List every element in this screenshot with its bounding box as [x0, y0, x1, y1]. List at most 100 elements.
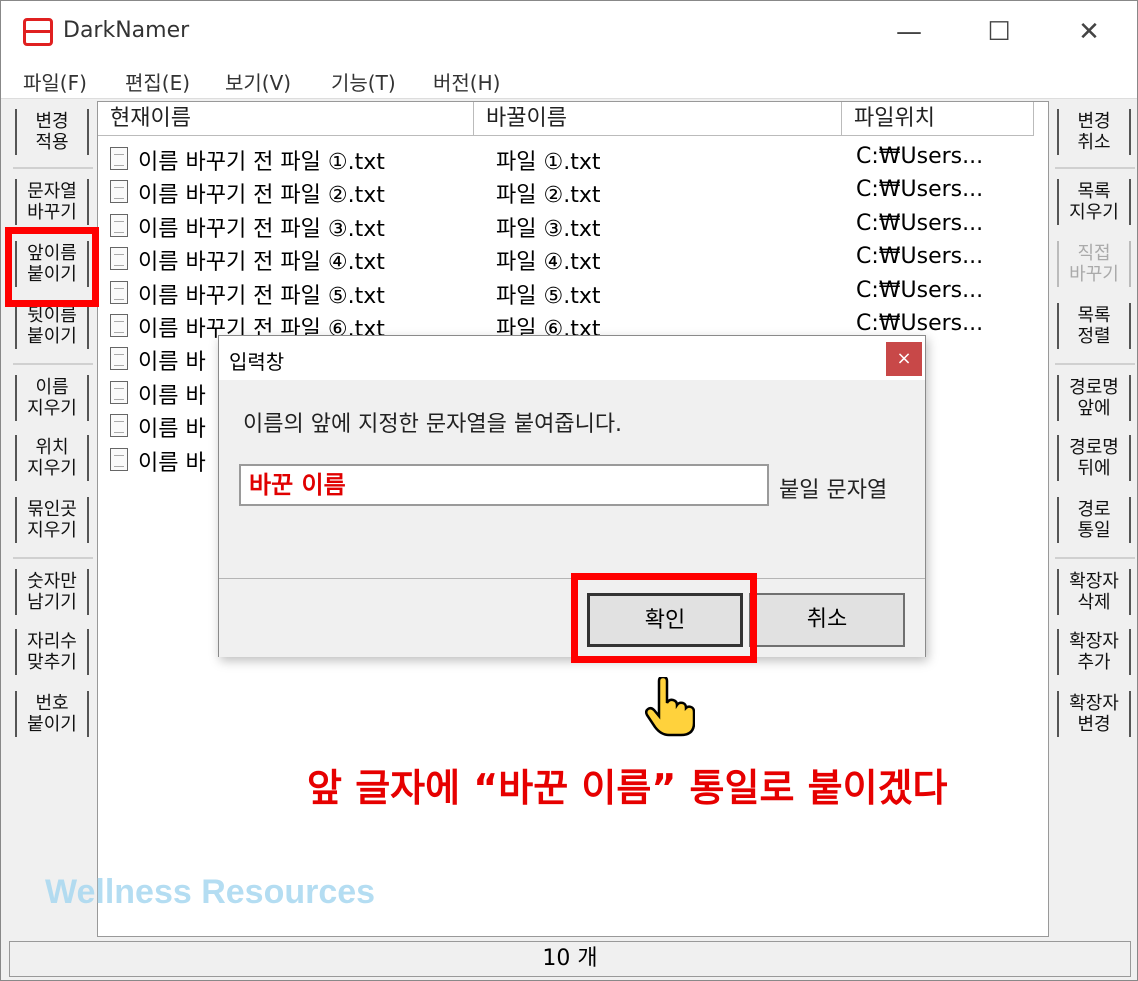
menu-edit[interactable]: 편집(E): [125, 67, 190, 96]
btn-line: 지우기: [27, 458, 77, 479]
separator: [13, 363, 93, 365]
btn-line: 붙이기: [27, 326, 77, 347]
unify-path-button[interactable]: 경로 통일: [1057, 497, 1131, 543]
separator: [1055, 557, 1135, 559]
cell-current-name: 이름 바꾸기 전 파일 ⑤.txt: [138, 283, 385, 309]
list-item[interactable]: 이름 바꾸기 전 파일 ②.txt 파일 ②.txt C:₩Users...: [98, 175, 1048, 208]
close-window-button[interactable]: ✕: [1059, 9, 1119, 55]
text-file-icon: [110, 347, 128, 371]
cell-file-location: C:₩Users...: [856, 277, 984, 303]
cell-file-location: C:₩Users...: [856, 244, 984, 270]
btn-line: 지우기: [27, 520, 77, 541]
text-file-icon: [110, 447, 128, 471]
keep-numbers-button[interactable]: 숫자만 남기기: [15, 569, 89, 615]
app-window: DarkNamer — ☐ ✕ 파일(F) 편집(E) 보기(V) 기능(T) …: [0, 0, 1138, 981]
add-number-button[interactable]: 번호 붙이기: [15, 691, 89, 737]
btn-line: 목록: [1077, 181, 1111, 202]
delete-bracketed-button[interactable]: 묶인곳 지우기: [15, 497, 89, 543]
btn-line: 직접: [1077, 243, 1111, 264]
menu-tools[interactable]: 기능(T): [331, 67, 396, 96]
btn-line: 확장자: [1069, 631, 1119, 652]
cell-file-location: C:₩Users...: [856, 177, 984, 203]
right-button-panel: 변경 취소 목록 지우기 직접 바꾸기 목록 정렬 경로명 앞에 경로명 뒤에 경로 통일 확…: [1051, 101, 1135, 937]
pointing-hand-icon: [645, 677, 695, 737]
dialog-title: 입력창: [229, 350, 285, 374]
dialog-body: 이름의 앞에 지정한 문자열을 붙여줍니다. 바꾼 이름 붙일 문자열: [219, 380, 925, 578]
btn-line: 뒷이름: [27, 305, 77, 326]
cell-current-name: 이름 바꾸기 전 파일 ②.txt: [138, 183, 385, 209]
cancel-button[interactable]: 취소: [749, 593, 905, 647]
dialog-close-button[interactable]: ×: [886, 342, 922, 376]
btn-line: 문자열: [27, 181, 77, 202]
add-extension-button[interactable]: 확장자 추가: [1057, 629, 1131, 675]
apply-changes-button[interactable]: 변경 적용: [15, 109, 89, 155]
cell-current-name: 이름 바꾸기 전 파일 ①.txt: [138, 150, 385, 175]
btn-line: 삭제: [1077, 592, 1111, 613]
list-item[interactable]: 이름 바꾸기 전 파일 ①.txt 파일 ①.txt C:₩Users...: [98, 142, 1048, 175]
direct-rename-button[interactable]: 직접 바꾸기: [1057, 241, 1131, 287]
change-extension-button[interactable]: 확장자 변경: [1057, 691, 1131, 737]
delete-name-button[interactable]: 이름 지우기: [15, 375, 89, 421]
title-bar: DarkNamer — ☐ ✕: [1, 1, 1137, 63]
list-item[interactable]: 이름 바꾸기 전 파일 ④.txt 파일 ④.txt C:₩Users...: [98, 242, 1048, 275]
instruction-caption: 앞 글자에 “바꾼 이름” 통일로 붙이겠다: [307, 766, 948, 810]
btn-line: 지우기: [27, 398, 77, 419]
cell-file-location: C:₩Users...: [856, 210, 984, 236]
btn-line: 지우기: [1069, 202, 1119, 223]
btn-line: 통일: [1077, 520, 1111, 541]
path-suffix-button[interactable]: 경로명 뒤에: [1057, 435, 1131, 481]
btn-line: 경로명: [1069, 437, 1119, 458]
btn-line: 앞에: [1077, 398, 1111, 419]
undo-changes-button[interactable]: 변경 취소: [1057, 109, 1131, 155]
menu-view[interactable]: 보기(V): [225, 67, 291, 96]
prefix-string-input[interactable]: 바꾼 이름: [239, 464, 769, 506]
append-name-button[interactable]: 뒷이름 붙이기: [15, 303, 89, 349]
maximize-button[interactable]: ☐: [969, 9, 1029, 55]
delete-extension-button[interactable]: 확장자 삭제: [1057, 569, 1131, 615]
text-file-icon: [110, 180, 128, 204]
cell-current-name: 이름 바: [138, 383, 206, 409]
btn-line: 목록: [1077, 305, 1111, 326]
cell-file-location: C:₩Users...: [856, 144, 984, 169]
btn-line: 바꾸기: [1069, 264, 1119, 285]
btn-line: 변경: [1077, 111, 1111, 132]
btn-line: 경로: [1077, 499, 1111, 520]
text-file-icon: [110, 247, 128, 271]
sort-list-button[interactable]: 목록 정렬: [1057, 303, 1131, 349]
column-new-name[interactable]: 바꿀이름: [474, 102, 842, 136]
delete-position-button[interactable]: 위치 지우기: [15, 435, 89, 481]
btn-line: 묶인곳: [27, 499, 77, 520]
btn-line: 자리수: [27, 631, 77, 652]
list-item[interactable]: 이름 바꾸기 전 파일 ⑤.txt 파일 ⑤.txt C:₩Users...: [98, 276, 1048, 309]
text-file-icon: [110, 280, 128, 304]
btn-line: 번호: [35, 693, 69, 714]
window-title: DarkNamer: [63, 18, 190, 43]
prefix-string-label: 붙일 문자열: [779, 478, 888, 503]
btn-line: 경로명: [1069, 377, 1119, 398]
cell-current-name: 이름 바꾸기 전 파일 ④.txt: [138, 250, 385, 276]
menu-file[interactable]: 파일(F): [23, 67, 87, 96]
btn-line: 바꾸기: [27, 202, 77, 223]
status-bar: 10 개: [9, 941, 1131, 977]
menu-version[interactable]: 버전(H): [433, 67, 500, 96]
path-prefix-button[interactable]: 경로명 앞에: [1057, 375, 1131, 421]
menu-bar: 파일(F) 편집(E) 보기(V) 기능(T) 버전(H): [1, 63, 1137, 99]
cell-current-name: 이름 바: [138, 350, 206, 376]
separator: [13, 167, 93, 169]
btn-line: 취소: [1077, 132, 1111, 153]
btn-line: 맞추기: [27, 652, 77, 673]
minimize-button[interactable]: —: [879, 9, 939, 55]
column-current-name[interactable]: 현재이름: [98, 102, 474, 136]
btn-line: 남기기: [27, 592, 77, 613]
cell-new-name: 파일 ①.txt: [496, 150, 601, 175]
column-file-location[interactable]: 파일위치: [842, 102, 1034, 136]
btn-line: 추가: [1077, 652, 1111, 673]
text-file-icon: [110, 213, 128, 237]
highlight-prepend-button: [5, 227, 99, 307]
text-file-icon: [110, 414, 128, 438]
list-item[interactable]: 이름 바꾸기 전 파일 ③.txt 파일 ③.txt C:₩Users...: [98, 209, 1048, 242]
pad-digits-button[interactable]: 자리수 맞추기: [15, 629, 89, 675]
replace-string-button[interactable]: 문자열 바꾸기: [15, 179, 89, 225]
clear-list-button[interactable]: 목록 지우기: [1057, 179, 1131, 225]
cell-new-name: 파일 ②.txt: [496, 183, 601, 209]
